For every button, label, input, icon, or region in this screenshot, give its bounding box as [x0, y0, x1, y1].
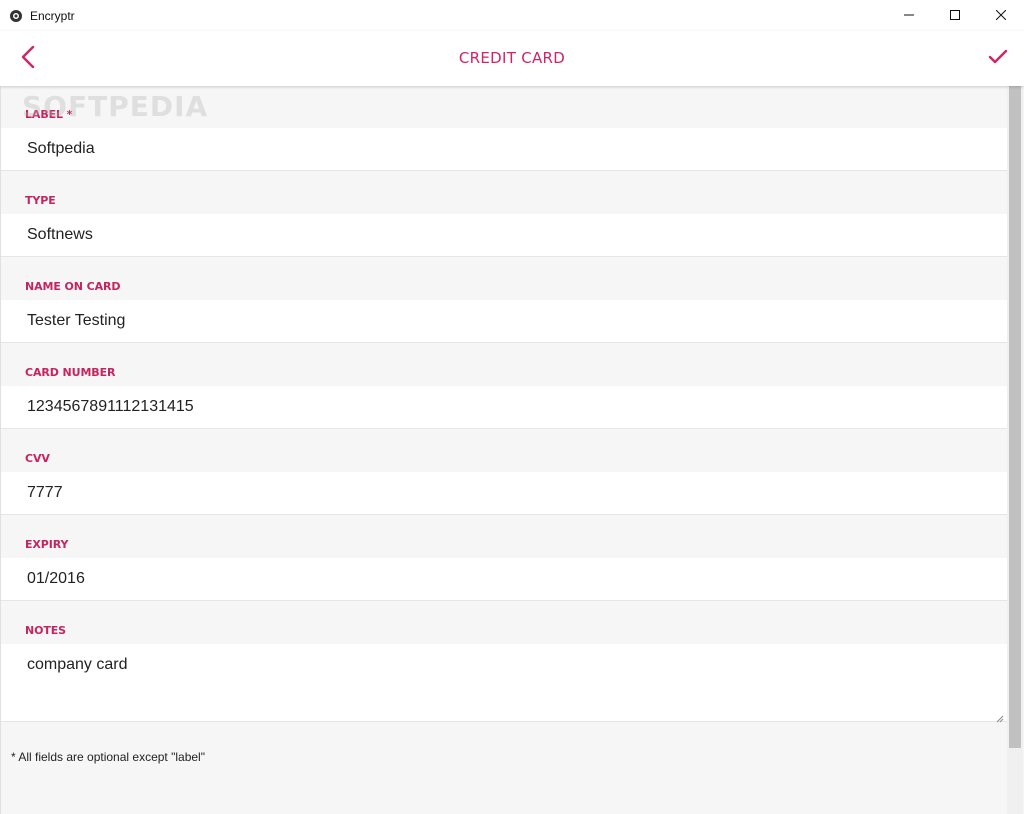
window-controls [886, 0, 1024, 31]
field-label-expiry: EXPIRY [25, 538, 69, 551]
required-fields-note: * All fields are optional except "label" [11, 750, 205, 764]
back-button[interactable] [12, 43, 44, 75]
card-number-input[interactable]: 1234567891112131415 [1, 386, 1008, 429]
minimize-button[interactable] [886, 0, 932, 31]
field-label-group: LABEL * Softpedia [1, 86, 1008, 171]
field-card-number-group: CARD NUMBER 1234567891112131415 [1, 343, 1008, 429]
field-notes-group: NOTES company card [1, 601, 1008, 723]
field-label-type: TYPE [25, 194, 56, 207]
label-value: Softpedia [27, 140, 95, 157]
encryptr-logo-icon [9, 9, 23, 23]
card-number-value: 1234567891112131415 [27, 398, 194, 415]
name-on-card-input[interactable]: Tester Testing [1, 300, 1008, 343]
field-label-notes: NOTES [25, 624, 66, 637]
field-cvv-group: CVV 7777 [1, 429, 1008, 515]
close-icon [995, 7, 1007, 25]
field-label-cvv: CVV [25, 452, 50, 465]
window-title: Encryptr [30, 8, 75, 23]
field-type-group: TYPE Softnews [1, 171, 1008, 257]
type-input[interactable]: Softnews [1, 214, 1008, 257]
cvv-value: 7777 [27, 484, 63, 501]
chevron-left-icon [21, 45, 35, 73]
field-label-label: LABEL * [25, 108, 73, 121]
type-value: Softnews [27, 226, 93, 243]
field-name-on-card-group: NAME ON CARD Tester Testing [1, 257, 1008, 343]
maximize-icon [950, 7, 960, 25]
window-titlebar: Encryptr [0, 0, 1024, 31]
save-button[interactable] [982, 43, 1014, 75]
vertical-scrollbar[interactable] [1007, 86, 1023, 814]
field-expiry-group: EXPIRY 01/2016 [1, 515, 1008, 601]
scrollbar-thumb[interactable] [1009, 86, 1021, 748]
expiry-value: 01/2016 [27, 570, 85, 587]
checkmark-icon [988, 49, 1008, 70]
notes-textarea[interactable]: company card [1, 644, 1008, 723]
maximize-button[interactable] [932, 0, 978, 31]
page-title: CREDIT CARD [458, 49, 566, 67]
expiry-input[interactable]: 01/2016 [1, 558, 1008, 601]
app-header: CREDIT CARD [0, 31, 1024, 86]
resize-grip-icon[interactable] [996, 710, 1004, 723]
close-button[interactable] [978, 0, 1024, 31]
credit-card-form: LABEL * Softpedia TYPE Softnews NAME ON … [0, 86, 1024, 814]
label-input[interactable]: Softpedia [1, 128, 1008, 171]
name-on-card-value: Tester Testing [27, 312, 126, 329]
field-label-name-on-card: NAME ON CARD [25, 280, 121, 293]
field-label-card-number: CARD NUMBER [25, 366, 116, 379]
notes-value: company card [27, 656, 128, 673]
minimize-icon [904, 7, 914, 25]
cvv-input[interactable]: 7777 [1, 472, 1008, 515]
